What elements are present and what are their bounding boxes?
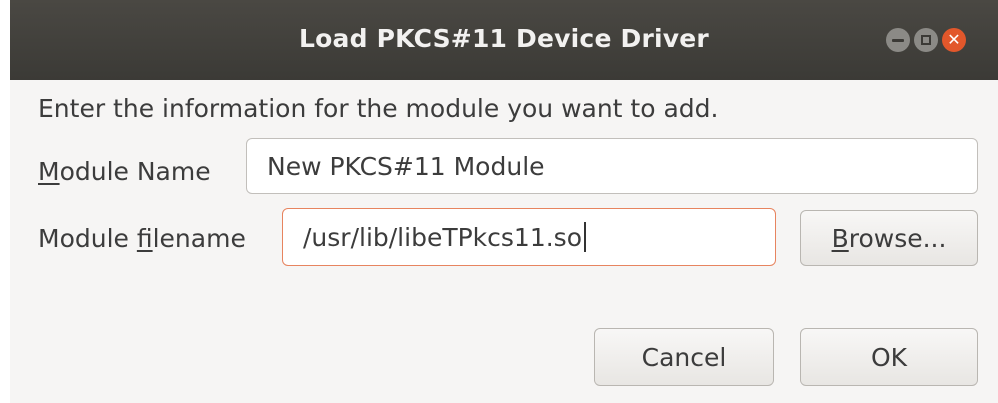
module-filename-mnemonic: f — [136, 224, 153, 253]
close-icon: ✕ — [947, 30, 961, 49]
minimize-icon — [892, 38, 904, 42]
module-name-label-text: odule Name — [59, 157, 211, 186]
browse-button[interactable]: Browse... — [800, 210, 978, 266]
window-title: Load PKCS#11 Device Driver — [299, 24, 709, 53]
ok-button[interactable]: OK — [800, 328, 978, 386]
cancel-button[interactable]: Cancel — [594, 328, 774, 386]
text-cursor — [584, 222, 586, 252]
module-filename-label-text: ilename — [152, 224, 246, 253]
dialog-window: Load PKCS#11 Device Driver ✕ Enter the i… — [10, 0, 998, 403]
minimize-button[interactable] — [886, 28, 910, 52]
module-name-value: New PKCS#11 Module — [267, 151, 545, 181]
close-button[interactable]: ✕ — [942, 28, 966, 52]
maximize-icon — [921, 35, 931, 45]
module-filename-input[interactable]: /usr/lib/libeTPkcs11.so — [282, 208, 776, 266]
dialog-content: Enter the information for the module you… — [10, 80, 998, 403]
module-name-input[interactable]: New PKCS#11 Module — [246, 138, 978, 194]
title-bar[interactable]: Load PKCS#11 Device Driver ✕ — [10, 0, 998, 80]
module-filename-value: /usr/lib/libeTPkcs11.so — [303, 222, 582, 252]
module-filename-label: Module filename — [38, 224, 246, 253]
browse-mnemonic: B — [831, 223, 849, 253]
instruction-text: Enter the information for the module you… — [38, 94, 719, 123]
maximize-button[interactable] — [914, 28, 938, 52]
module-filename-label-prefix: Module — [38, 224, 137, 253]
module-name-mnemonic: M — [38, 157, 60, 186]
module-name-label: Module Name — [38, 157, 211, 186]
browse-label: rowse... — [848, 223, 947, 253]
